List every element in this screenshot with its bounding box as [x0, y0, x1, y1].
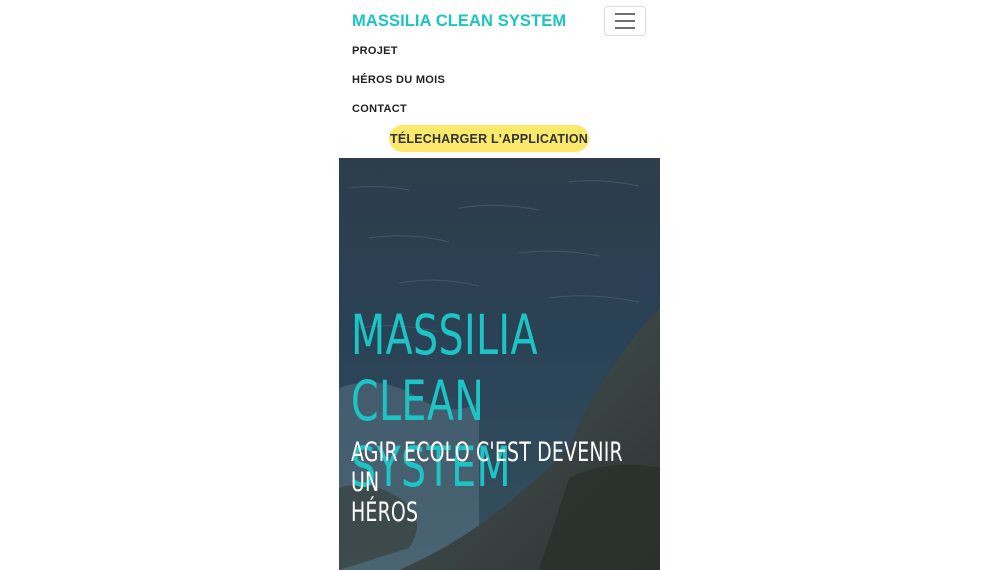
hero-subtitle-line-2: HÉROS — [351, 497, 419, 528]
page: MASSILIA CLEAN SYSTEM PROJET HÉROS DU MO… — [0, 0, 1000, 570]
navbar: MASSILIA CLEAN SYSTEM PROJET HÉROS DU MO… — [339, 0, 660, 158]
nav-link-projet[interactable]: PROJET — [352, 45, 398, 57]
mobile-viewport: MASSILIA CLEAN SYSTEM PROJET HÉROS DU MO… — [339, 0, 660, 570]
download-app-button[interactable]: TÉLECHARGER L'APPLICATION — [389, 125, 589, 152]
brand-link[interactable]: MASSILIA CLEAN SYSTEM — [352, 12, 566, 31]
hero-title-line-1: MASSILIA — [351, 303, 538, 367]
hamburger-menu-icon-line — [615, 20, 635, 22]
hamburger-menu-icon — [615, 13, 635, 15]
hamburger-menu-icon-line — [615, 27, 635, 29]
navbar-toggler-button[interactable] — [604, 6, 646, 36]
hero-subtitle-line-1: AGIR ECOLO C'EST DEVENIR UN — [351, 437, 623, 498]
hero-subtitle: AGIR ECOLO C'EST DEVENIR UN HÉROS — [351, 438, 635, 528]
nav-link-heros-du-mois[interactable]: HÉROS DU MOIS — [352, 74, 445, 86]
nav-link-contact[interactable]: CONTACT — [352, 103, 407, 115]
hero-section: MASSILIA CLEAN SYSTEM AGIR ECOLO C'EST D… — [339, 158, 660, 570]
